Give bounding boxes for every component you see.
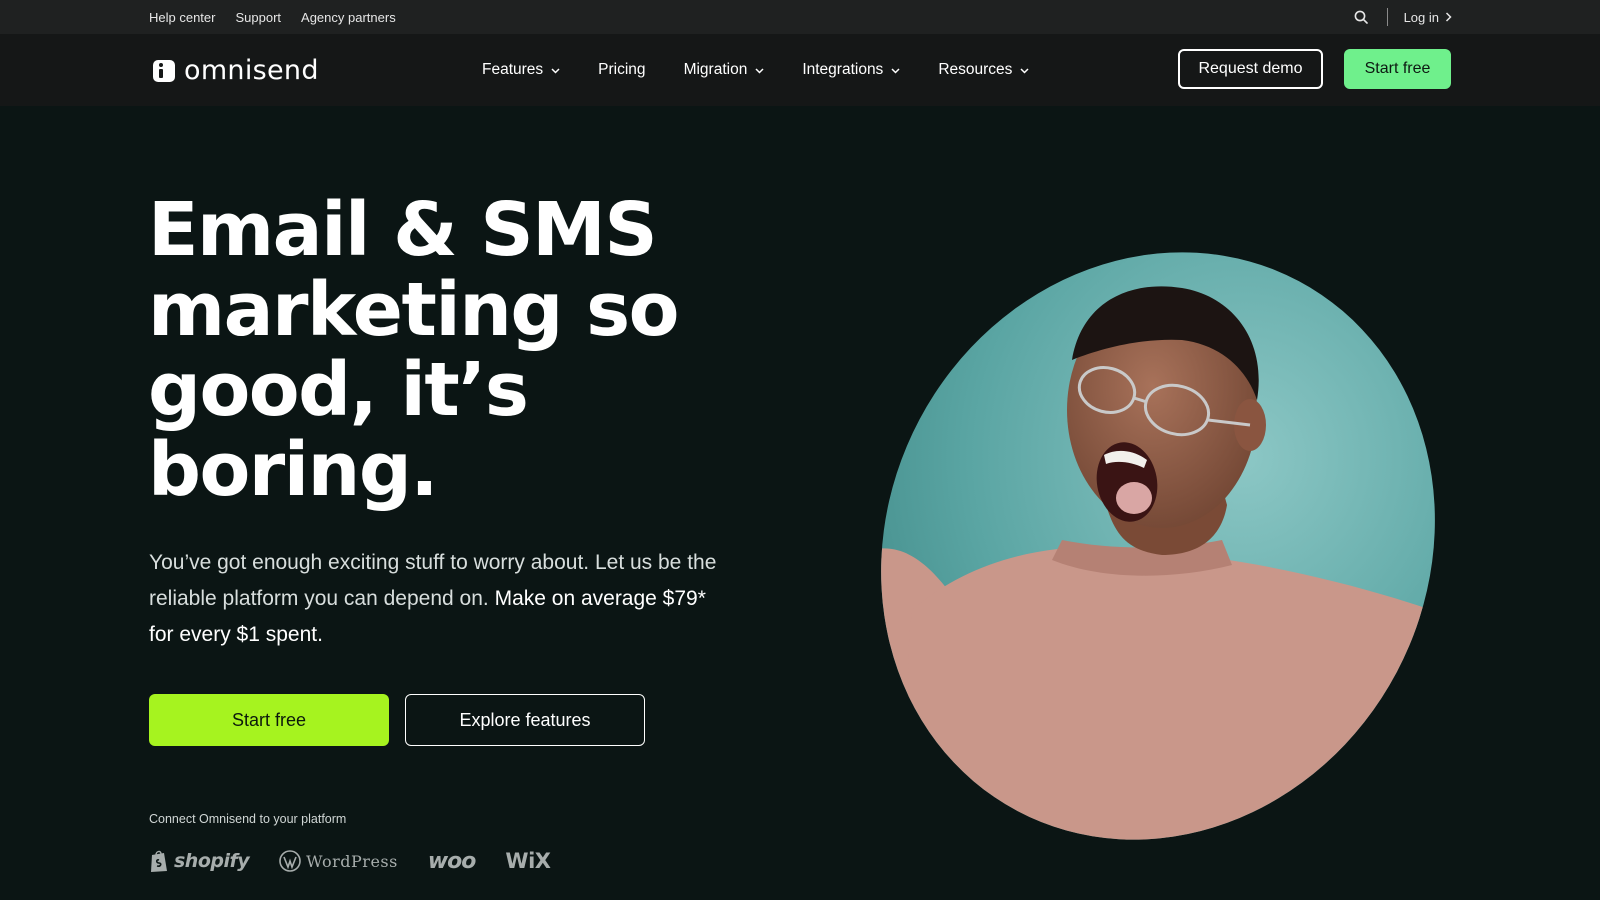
nav-item-label: Resources bbox=[938, 61, 1013, 78]
hero-subtitle: You’ve got enough exciting stuff to worr… bbox=[149, 545, 719, 653]
chevron-down-icon bbox=[551, 67, 560, 74]
hero-title: Email & SMS marketing so good, it’s bori… bbox=[148, 190, 768, 510]
hero-title-line: boring. bbox=[148, 427, 438, 513]
chevron-down-icon bbox=[891, 67, 900, 74]
utility-bar: Help center Support Agency partners Log … bbox=[0, 0, 1600, 34]
help-center-link[interactable]: Help center bbox=[149, 10, 215, 25]
nav-item-label: Integrations bbox=[802, 61, 884, 78]
shopify-logo[interactable]: shopify bbox=[149, 849, 250, 873]
main-nav: omnisend Features Pricing Migration Inte… bbox=[0, 34, 1600, 106]
wordpress-icon bbox=[279, 850, 301, 872]
shopify-wordmark: shopify bbox=[174, 850, 250, 872]
nav-item-pricing[interactable]: Pricing bbox=[598, 61, 645, 79]
nav-links: Features Pricing Migration Integrations … bbox=[482, 34, 1029, 106]
omnisend-logo[interactable]: omnisend bbox=[153, 55, 319, 86]
chevron-down-icon bbox=[1020, 67, 1029, 74]
nav-item-label: Migration bbox=[683, 61, 748, 78]
shopify-bag-icon bbox=[151, 850, 167, 872]
omnisend-logo-icon bbox=[153, 59, 175, 82]
chevron-right-icon bbox=[1445, 10, 1452, 25]
search-icon[interactable] bbox=[1353, 9, 1369, 25]
chevron-down-icon bbox=[755, 67, 764, 74]
wix-logo[interactable]: WiX bbox=[505, 849, 551, 873]
connect-platform-label: Connect Omnisend to your platform bbox=[149, 812, 347, 826]
nav-item-resources[interactable]: Resources bbox=[938, 61, 1029, 79]
woo-wordmark: woo bbox=[427, 848, 477, 874]
hero-title-line: marketing so bbox=[148, 267, 680, 353]
hero-start-free-button[interactable]: Start free bbox=[149, 694, 389, 746]
explore-features-button[interactable]: Explore features bbox=[405, 694, 645, 746]
utility-actions: Log in bbox=[1353, 0, 1452, 34]
nav-item-migration[interactable]: Migration bbox=[684, 61, 765, 79]
request-demo-button[interactable]: Request demo bbox=[1178, 49, 1323, 89]
wix-wordmark: WiX bbox=[505, 849, 551, 873]
login-label: Log in bbox=[1403, 9, 1439, 25]
logo-text: omnisend bbox=[184, 55, 319, 86]
wordpress-logo[interactable]: WordPress bbox=[279, 850, 398, 872]
agency-partners-link[interactable]: Agency partners bbox=[301, 10, 396, 25]
login-link[interactable]: Log in bbox=[1404, 10, 1452, 25]
nav-item-label: Features bbox=[482, 61, 544, 78]
woo-logo[interactable]: woo bbox=[427, 848, 477, 874]
nav-item-features[interactable]: Features bbox=[482, 61, 560, 79]
nav-item-integrations[interactable]: Integrations bbox=[802, 61, 900, 79]
support-link[interactable]: Support bbox=[235, 10, 281, 25]
hero-title-line: good, it’s bbox=[148, 347, 529, 433]
utility-links: Help center Support Agency partners bbox=[149, 0, 396, 34]
wordpress-wordmark: WordPress bbox=[306, 851, 398, 871]
hero-title-line: Email & SMS bbox=[148, 187, 658, 273]
utility-divider bbox=[1386, 8, 1388, 26]
hero-person-photo bbox=[872, 250, 1444, 842]
nav-start-free-button[interactable]: Start free bbox=[1344, 49, 1451, 89]
nav-item-label: Pricing bbox=[598, 61, 646, 78]
platform-logos: shopify WordPress woo WiX bbox=[149, 846, 551, 876]
